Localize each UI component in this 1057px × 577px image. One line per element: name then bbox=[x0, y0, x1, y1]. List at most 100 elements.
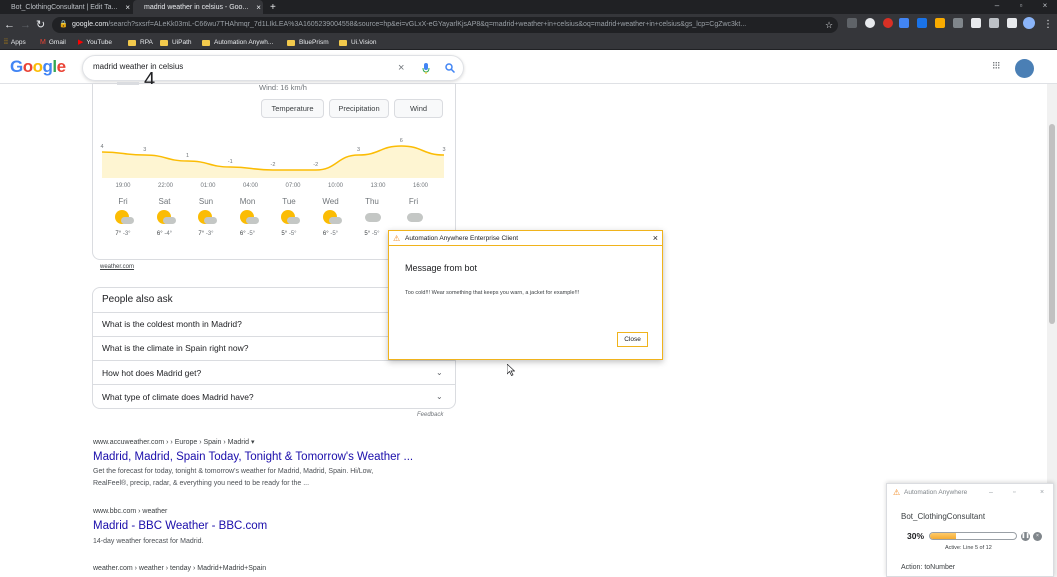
tab-wind[interactable]: Wind bbox=[394, 99, 443, 118]
forecast-day[interactable]: Sun 7° -3° bbox=[186, 197, 226, 237]
close-icon[interactable]: × bbox=[653, 232, 658, 244]
paa-heading: People also ask bbox=[102, 294, 173, 305]
forecast-day[interactable]: Sat 6° -4° bbox=[145, 197, 185, 237]
window-close-icon[interactable]: × bbox=[1033, 0, 1057, 12]
close-icon[interactable]: × bbox=[125, 3, 130, 12]
temperature-label: -1 bbox=[228, 159, 233, 165]
folder-icon bbox=[287, 40, 295, 46]
forecast-day[interactable]: Fri bbox=[394, 197, 434, 231]
bookmark-apps[interactable]: ⁞⁞ Apps bbox=[4, 36, 26, 50]
forecast-day[interactable]: Thu 5° -5° bbox=[352, 197, 392, 237]
account-avatar[interactable] bbox=[1015, 59, 1034, 78]
extension-icon[interactable] bbox=[883, 18, 893, 28]
address-path: /search?sxsrf=ALeKk03mL-C66wu7THAhmqr_7d… bbox=[108, 21, 747, 28]
bookmark-folder-rpa[interactable]: RPA bbox=[128, 36, 153, 50]
menu-kebab-icon[interactable]: ⋮ bbox=[1043, 18, 1053, 32]
address-host: google.com bbox=[72, 21, 109, 28]
day-low: -3° bbox=[121, 231, 131, 237]
paa-question[interactable]: What is the climate in Spain right now? bbox=[102, 343, 248, 353]
bookmark-folder-blueprism[interactable]: BluePrism bbox=[287, 36, 329, 50]
scrollbar-thumb[interactable] bbox=[1049, 124, 1055, 324]
day-name: Wed bbox=[322, 197, 339, 206]
forward-arrow-icon[interactable]: → bbox=[20, 18, 31, 32]
browser-toolbar: ← → ↻ 🔒 google.com/search?sxsrf=ALeKk03m… bbox=[0, 14, 1057, 36]
bot-name: Bot_ClothingConsultant bbox=[901, 512, 986, 521]
chevron-down-icon[interactable]: ⌄ bbox=[436, 368, 443, 377]
address-bar[interactable]: 🔒 google.com/search?sxsrf=ALeKk03mL-C66w… bbox=[52, 17, 838, 33]
bookmark-folder-uipath[interactable]: UiPath bbox=[160, 36, 192, 50]
temperature-chart: 4 3 1 -1 -2 -2 3 6 3 19:00 22:00 01:00 04:00 07:00 10:… bbox=[100, 138, 445, 189]
paa-question[interactable]: How hot does Madrid get? bbox=[102, 368, 201, 378]
result-url[interactable]: www.accuweather.com › › Europe › Spain ›… bbox=[93, 438, 254, 446]
extension-icon[interactable] bbox=[989, 18, 999, 28]
reload-icon[interactable]: ↻ bbox=[36, 18, 45, 32]
extension-icon[interactable] bbox=[917, 18, 927, 28]
day-temperatures: 6° -5° bbox=[228, 231, 268, 237]
extension-icon[interactable] bbox=[847, 18, 857, 28]
extension-icon[interactable] bbox=[971, 18, 981, 28]
microphone-icon[interactable] bbox=[422, 63, 430, 74]
folder-icon bbox=[202, 40, 210, 46]
partly-cloudy-icon bbox=[196, 208, 217, 228]
result-url[interactable]: weather.com › weather › tenday › Madrid+… bbox=[93, 565, 266, 572]
result-url[interactable]: www.bbc.com › weather bbox=[93, 508, 167, 515]
stop-icon[interactable]: × bbox=[1033, 532, 1042, 541]
tab-precipitation[interactable]: Precipitation bbox=[329, 99, 389, 118]
clear-icon[interactable]: × bbox=[398, 61, 404, 75]
search-icon[interactable] bbox=[445, 63, 455, 73]
extension-icon[interactable] bbox=[899, 18, 909, 28]
bookmark-folder-uivision[interactable]: Ui.Vision bbox=[339, 36, 377, 50]
bookmark-folder-automation-anywhere[interactable]: Automation Anywh... bbox=[202, 36, 273, 50]
result-title[interactable]: Madrid, Madrid, Spain Today, Tonight & T… bbox=[93, 451, 413, 463]
feedback-link[interactable]: Feedback bbox=[417, 412, 443, 418]
maximize-icon[interactable]: ▫ bbox=[1009, 0, 1033, 12]
time-label: 04:00 bbox=[243, 183, 259, 189]
profile-avatar[interactable] bbox=[1023, 17, 1035, 29]
forecast-day[interactable]: Fri 7° -3° bbox=[103, 197, 143, 237]
day-name: Sun bbox=[198, 197, 214, 206]
tab-bot-editor[interactable]: Bot_ClothingConsultant | Edit Ta... × bbox=[0, 0, 130, 14]
paa-question[interactable]: What is the coldest month in Madrid? bbox=[102, 319, 242, 329]
puzzle-icon[interactable] bbox=[1007, 18, 1017, 28]
bookmark-youtube[interactable]: ▶ YouTube bbox=[78, 36, 112, 50]
day-low: -5° bbox=[287, 231, 297, 237]
tab-google-search[interactable]: madrid weather in celsius - Goo... × bbox=[133, 0, 263, 14]
extension-icon[interactable] bbox=[865, 18, 875, 28]
gmail-icon: M bbox=[40, 39, 46, 46]
close-button[interactable]: Close bbox=[617, 332, 648, 347]
back-arrow-icon[interactable]: ← bbox=[4, 18, 15, 32]
extension-icon[interactable] bbox=[953, 18, 963, 28]
bot-run-panel: Automation Anywhere ⚠ – ▫ × Bot_Clothing… bbox=[886, 483, 1054, 577]
forecast-day[interactable]: Tue 5° -5° bbox=[269, 197, 309, 237]
minimize-icon[interactable]: – bbox=[989, 488, 993, 497]
chevron-down-icon[interactable]: ⌄ bbox=[436, 392, 443, 401]
tab-label: madrid weather in celsius - Goo... bbox=[144, 3, 249, 11]
partly-cloudy-icon bbox=[113, 208, 134, 228]
bookmark-gmail[interactable]: M Gmail bbox=[40, 36, 66, 50]
search-input[interactable] bbox=[93, 62, 383, 71]
bookmark-star-icon[interactable]: ☆ bbox=[825, 18, 833, 32]
google-logo[interactable]: Google bbox=[10, 57, 66, 77]
time-label: 07:00 bbox=[285, 183, 301, 189]
forecast-day[interactable]: Mon 6° -5° bbox=[228, 197, 268, 237]
time-label: 13:00 bbox=[370, 183, 386, 189]
minimize-icon[interactable]: – bbox=[985, 0, 1009, 12]
folder-icon bbox=[128, 40, 136, 46]
forecast-day[interactable]: Wed 6° -5° bbox=[311, 197, 351, 237]
extension-icon[interactable] bbox=[935, 18, 945, 28]
google-apps-icon[interactable]: ⁝⁝⁝ bbox=[992, 60, 1000, 72]
new-tab-button[interactable]: + bbox=[266, 0, 284, 14]
day-low: -3° bbox=[204, 231, 214, 237]
pause-icon[interactable]: ❚❚ bbox=[1021, 532, 1030, 541]
tab-temperature[interactable]: Temperature bbox=[261, 99, 324, 118]
weather-source-link[interactable]: weather.com bbox=[100, 264, 134, 270]
progress-percent: 30% bbox=[907, 531, 925, 541]
close-icon[interactable]: × bbox=[1040, 488, 1044, 497]
day-low: -4° bbox=[162, 231, 173, 237]
result-title[interactable]: Madrid - BBC Weather - BBC.com bbox=[93, 520, 267, 532]
close-icon[interactable]: × bbox=[256, 3, 261, 12]
temperature-label: 1 bbox=[186, 153, 189, 159]
maximize-icon[interactable]: ▫ bbox=[1013, 488, 1015, 497]
day-name: Thu bbox=[365, 197, 379, 206]
paa-question[interactable]: What type of climate does Madrid have? bbox=[102, 392, 254, 402]
